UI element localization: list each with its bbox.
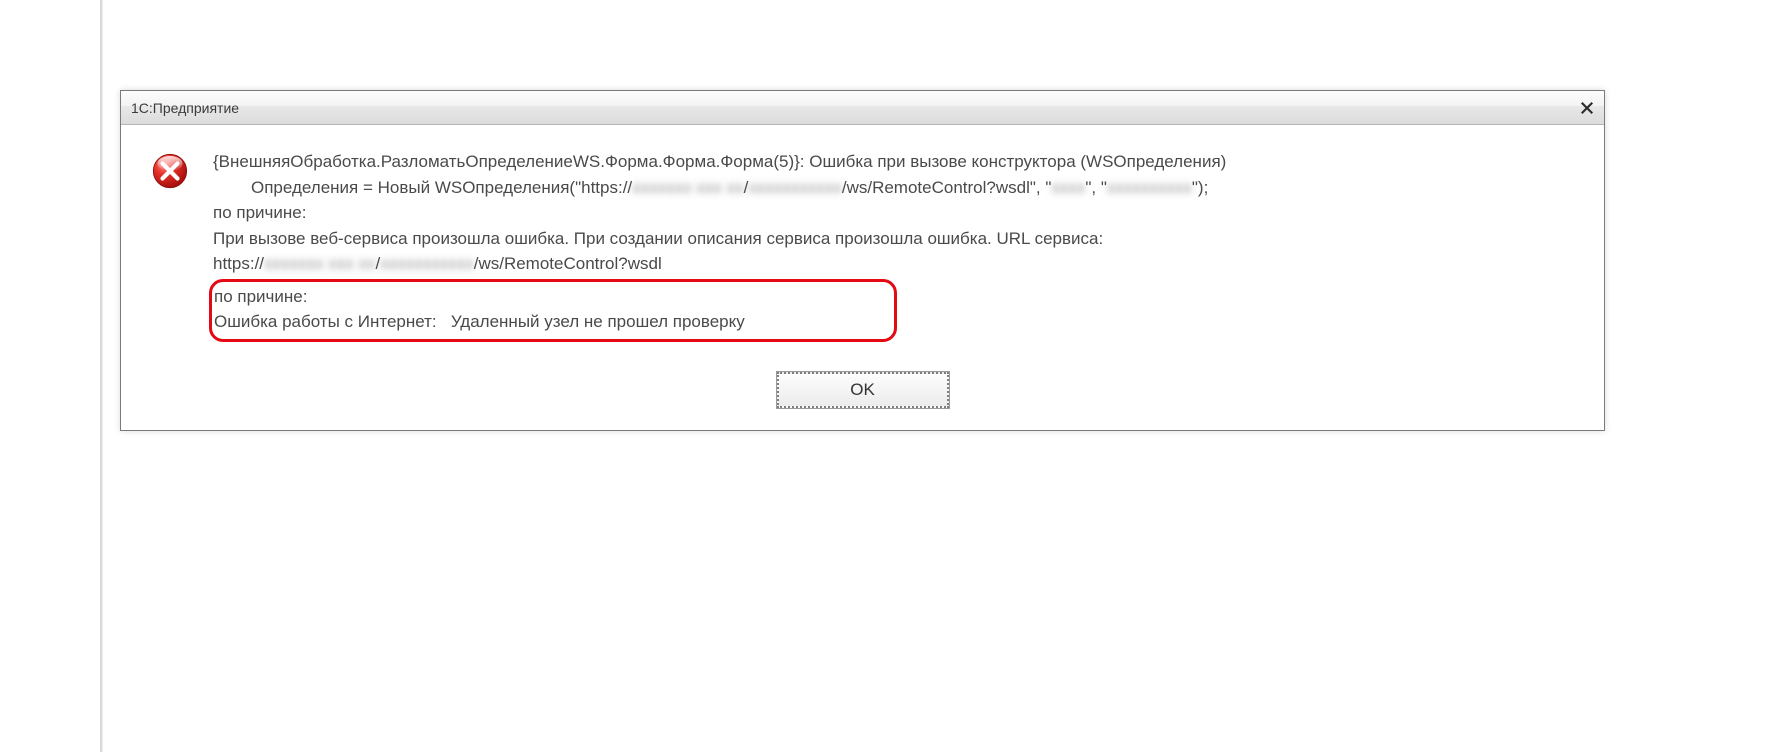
redacted-text: xxxxxxxxxxx <box>748 178 842 197</box>
redacted-text: xxxxxxxxxxx <box>380 254 474 273</box>
redacted-text: xxxxxxx xxx xx <box>264 254 375 273</box>
titlebar[interactable]: 1С:Предприятие <box>121 91 1604 125</box>
message-line-5: https://xxxxxxx xxx xx/xxxxxxxxxxx/ws/Re… <box>213 251 1576 277</box>
highlight-line-2: Ошибка работы с Интернет: Удаленный узел… <box>214 309 888 335</box>
error-message: {ВнешняяОбработка.РазломатьОпределениеWS… <box>195 149 1576 342</box>
highlighted-error-box: по причине: Ошибка работы с Интернет: Уд… <box>209 279 897 342</box>
page-left-edge <box>100 0 103 752</box>
error-dialog: 1С:Предприятие <box>120 90 1605 431</box>
message-line-4: При вызове веб-сервиса произошла ошибка.… <box>213 226 1576 252</box>
message-line-1: {ВнешняяОбработка.РазломатьОпределениеWS… <box>213 149 1576 175</box>
message-line-2-text: Определения = Новый WSОпределения("https… <box>251 178 632 197</box>
ok-button[interactable]: OK <box>777 372 949 408</box>
error-icon <box>150 151 190 191</box>
message-line-2: Определения = Новый WSОпределения("https… <box>213 175 1576 201</box>
dialog-body: {ВнешняяОбработка.РазломатьОпределениеWS… <box>121 125 1604 366</box>
dialog-footer: OK <box>121 366 1604 430</box>
icon-column <box>145 149 195 191</box>
redacted-text: xxxxxxx xxx xx <box>632 178 743 197</box>
message-line-3: по причине: <box>213 200 1576 226</box>
highlight-line-1: по причине: <box>214 284 888 310</box>
redacted-text: xxxx <box>1051 178 1085 197</box>
dialog-title: 1С:Предприятие <box>131 100 239 116</box>
redacted-text: xxxxxxxxxx <box>1107 178 1192 197</box>
close-icon[interactable] <box>1576 97 1598 119</box>
